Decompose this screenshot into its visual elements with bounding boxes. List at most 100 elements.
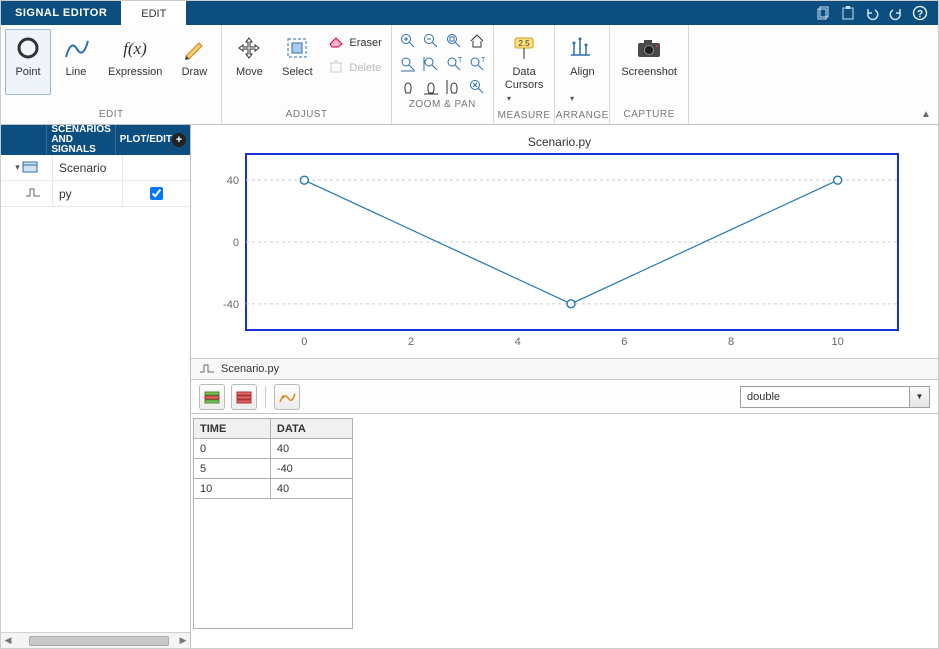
pan-icon[interactable] <box>398 77 418 97</box>
tree-row[interactable]: ▾Scenario <box>1 155 190 181</box>
select-label: Select <box>282 66 313 92</box>
chart-point[interactable] <box>300 176 308 184</box>
table-row[interactable]: 040 <box>194 439 353 459</box>
expand-icon[interactable]: ▾ <box>15 162 20 173</box>
ribbon-group-zoom-label: ZOOM & PAN <box>392 97 493 114</box>
signal-icon <box>199 362 215 377</box>
point-icon <box>12 32 44 64</box>
ribbon-group-arrange: Align▾ ARRANGE <box>555 25 610 124</box>
align-icon <box>566 32 598 64</box>
delete-button: Delete <box>322 56 386 79</box>
line-icon <box>60 32 92 64</box>
line-button[interactable]: Line <box>53 29 99 95</box>
pan-x-icon[interactable] <box>421 77 441 97</box>
eraser-button[interactable]: Eraser <box>322 31 386 54</box>
ribbon: Point Line f(x) Expression <box>1 25 938 125</box>
point-button[interactable]: Point <box>5 29 51 95</box>
insert-row-button[interactable] <box>199 384 225 410</box>
svg-text:0: 0 <box>233 237 239 249</box>
table-row[interactable]: 1040 <box>194 479 353 499</box>
zoom-t-in-icon[interactable]: T <box>444 54 464 74</box>
table-cell[interactable]: 40 <box>270 439 352 459</box>
signal-chart[interactable]: -40 0 40 0 2 4 6 8 10 <box>201 151 901 351</box>
draw-button[interactable]: Draw <box>171 29 217 95</box>
zoom-reset-icon[interactable] <box>467 77 487 97</box>
signal-tab-strip: Scenario.py <box>191 358 938 380</box>
svg-text:T: T <box>458 57 462 64</box>
tree-row[interactable]: py <box>1 181 190 207</box>
svg-text:2: 2 <box>408 336 414 348</box>
tree-horizontal-scrollbar[interactable]: ◀ ▶ <box>1 632 190 648</box>
help-icon[interactable]: ? <box>912 5 928 21</box>
redo-icon[interactable] <box>888 5 904 21</box>
zoom-out-icon[interactable] <box>421 31 441 51</box>
data-cursors-label: Data Cursors ▾ <box>505 66 544 105</box>
add-scenario-icon[interactable]: + <box>172 133 186 147</box>
move-icon <box>233 32 265 64</box>
svg-text:f(x): f(x) <box>123 39 147 58</box>
ribbon-group-capture-label: CAPTURE <box>610 107 688 124</box>
svg-text:8: 8 <box>728 336 734 348</box>
table-cell[interactable]: 5 <box>194 459 271 479</box>
tree-item-name: py <box>53 181 123 206</box>
table-cell[interactable]: -40 <box>270 459 352 479</box>
delete-row-button[interactable] <box>231 384 257 410</box>
table-header[interactable]: DATA <box>270 419 352 439</box>
paste-icon[interactable] <box>840 5 856 21</box>
svg-text:2.5: 2.5 <box>519 39 531 48</box>
chart-point[interactable] <box>834 176 842 184</box>
zoom-x-in-icon[interactable] <box>398 54 418 74</box>
svg-text:0: 0 <box>301 336 307 348</box>
home-icon[interactable] <box>467 31 487 51</box>
ribbon-collapse-button[interactable]: ▲ <box>918 106 934 122</box>
plot-checkbox[interactable] <box>150 187 163 200</box>
line-label: Line <box>66 66 87 92</box>
data-cursors-button[interactable]: 2.5 Data Cursors ▾ <box>498 29 551 108</box>
chart-area: Scenario.py -400400246810 <box>191 125 938 358</box>
table-header[interactable]: TIME <box>194 419 271 439</box>
app-title: SIGNAL EDITOR <box>1 1 121 25</box>
quick-access-toolbar: ? <box>806 1 938 25</box>
svg-text:40: 40 <box>227 175 239 187</box>
copy-icon[interactable] <box>816 5 832 21</box>
zoom-in-icon[interactable] <box>398 31 418 51</box>
ribbon-group-arrange-label: ARRANGE <box>555 108 609 125</box>
pan-y-icon[interactable] <box>444 77 464 97</box>
svg-text:-40: -40 <box>223 299 239 311</box>
table-cell[interactable]: 10 <box>194 479 271 499</box>
align-button[interactable]: Align▾ <box>559 29 605 108</box>
svg-text:10: 10 <box>832 336 844 348</box>
data-cursors-icon: 2.5 <box>508 32 540 64</box>
svg-text:6: 6 <box>621 336 627 348</box>
ribbon-group-measure-label: MEASURE <box>494 108 555 125</box>
datatype-select[interactable]: double ▼ <box>740 386 930 408</box>
signal-tab[interactable]: Scenario.py <box>221 363 279 375</box>
plot-table-button[interactable] <box>274 384 300 410</box>
eraser-label: Eraser <box>349 37 381 49</box>
camera-icon <box>633 32 665 64</box>
screenshot-button[interactable]: Screenshot <box>614 29 684 95</box>
zoom-fit-icon[interactable] <box>444 31 464 51</box>
select-button[interactable]: Select <box>274 29 320 95</box>
ribbon-group-edit-label: EDIT <box>1 107 221 124</box>
align-label: Align▾ <box>570 66 594 105</box>
table-row[interactable]: 5-40 <box>194 459 353 479</box>
zoom-x-out-icon[interactable] <box>421 54 441 74</box>
ribbon-group-adjust: Move Select Eraser Delete <box>222 25 391 124</box>
signal-data-table[interactable]: TIMEDATA0405-401040 <box>193 418 353 629</box>
table-cell[interactable]: 0 <box>194 439 271 459</box>
expression-button[interactable]: f(x) Expression <box>101 29 169 95</box>
tab-edit[interactable]: EDIT <box>121 1 186 25</box>
undo-icon[interactable] <box>864 5 880 21</box>
point-label: Point <box>15 66 40 92</box>
zoom-t-out-icon[interactable]: T <box>467 54 487 74</box>
move-button[interactable]: Move <box>226 29 272 95</box>
select-icon <box>281 32 313 64</box>
svg-text:T: T <box>481 57 485 64</box>
table-cell[interactable]: 40 <box>270 479 352 499</box>
delete-label: Delete <box>349 62 381 74</box>
ribbon-group-edit: Point Line f(x) Expression <box>1 25 222 124</box>
svg-text:4: 4 <box>515 336 521 348</box>
chart-point[interactable] <box>567 300 575 308</box>
expression-icon: f(x) <box>119 32 151 64</box>
